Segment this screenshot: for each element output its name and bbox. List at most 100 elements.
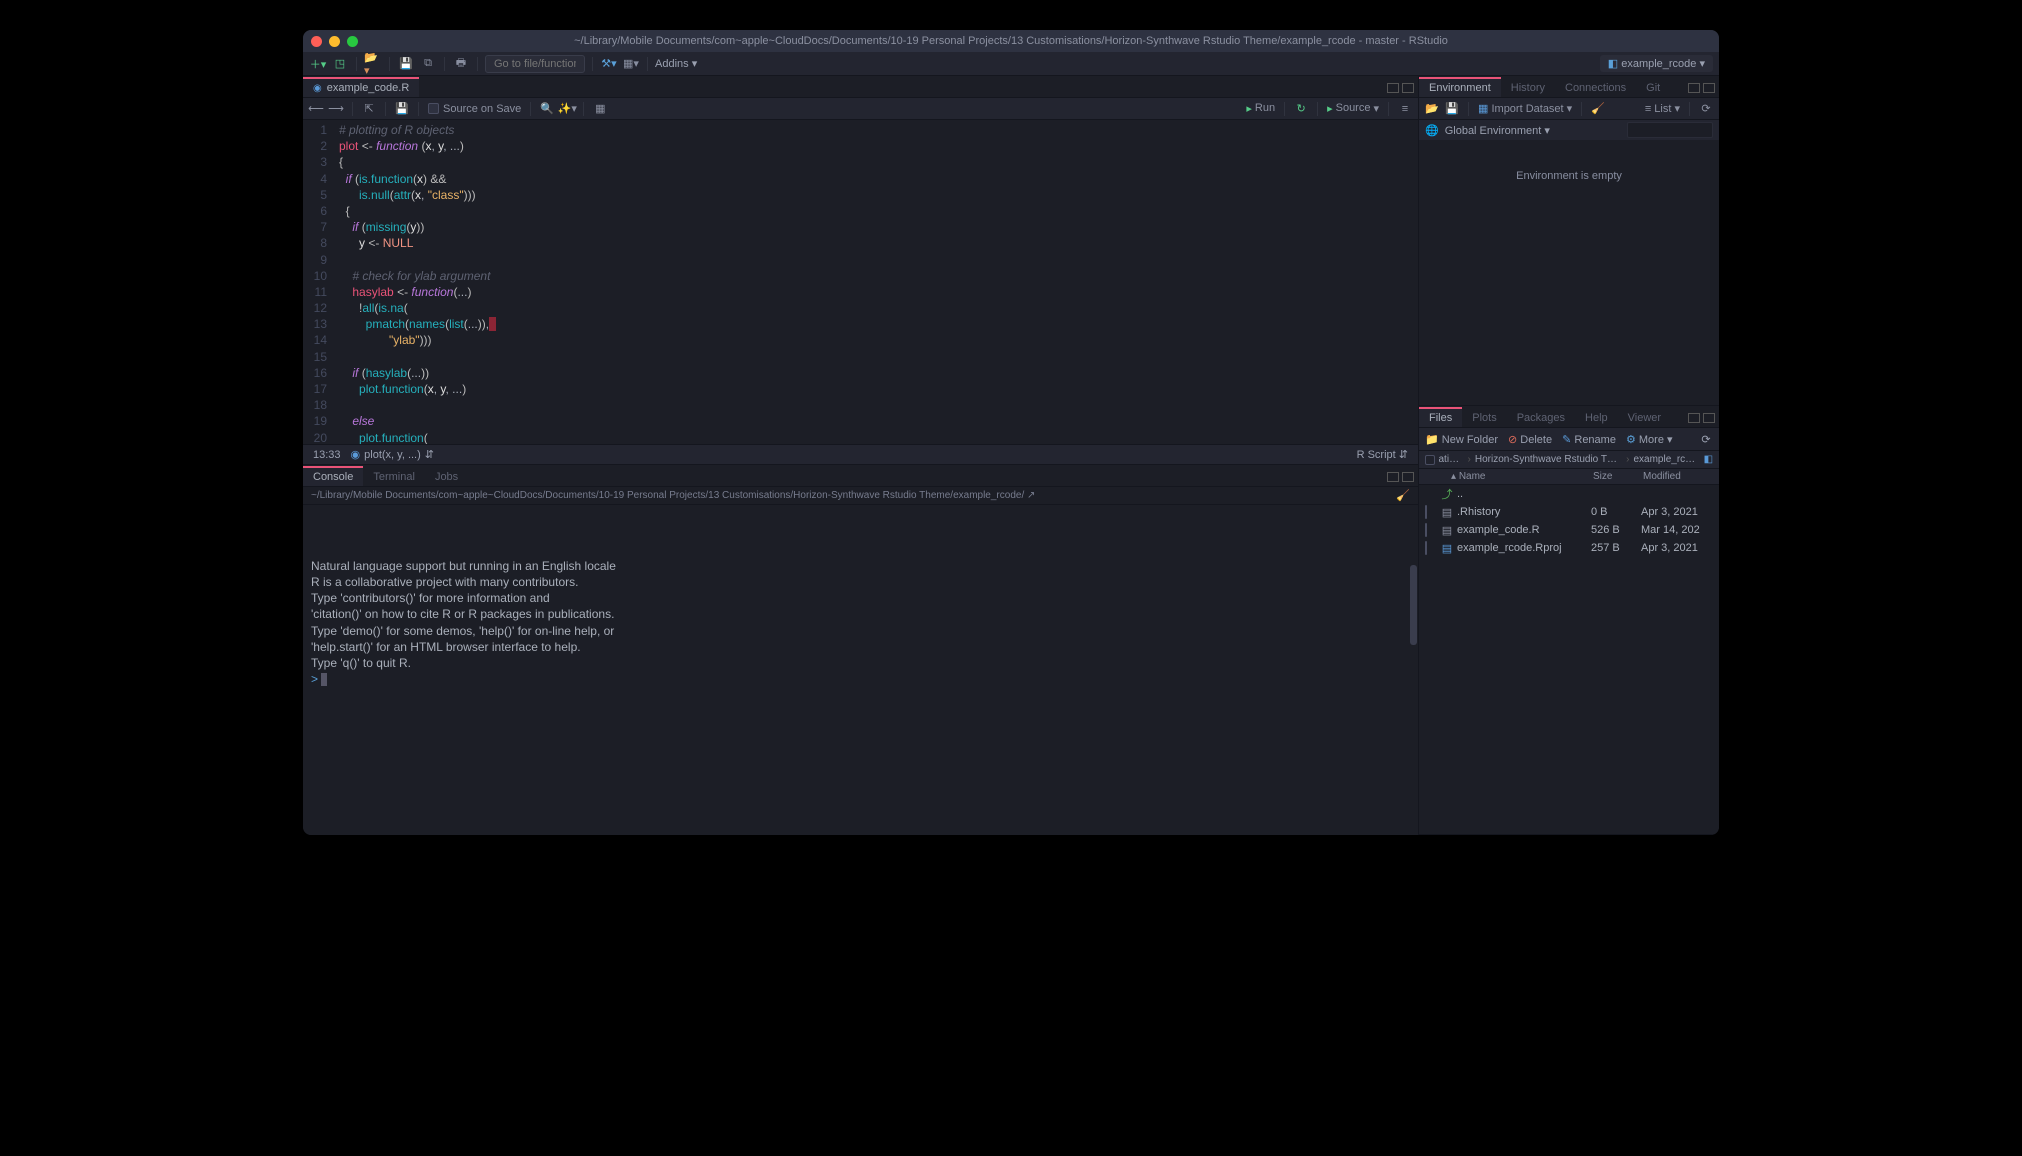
console-output[interactable]: Natural language support but running in … bbox=[303, 505, 1418, 835]
editor-language[interactable]: R Script ⇵ bbox=[1357, 448, 1408, 461]
more-menu[interactable]: ⚙ More ▾ bbox=[1626, 433, 1673, 446]
file-size: 257 B bbox=[1591, 542, 1641, 554]
terminal-tab[interactable]: Terminal bbox=[363, 466, 425, 486]
col-modified[interactable]: Modified bbox=[1643, 471, 1713, 482]
col-size[interactable]: Size bbox=[1593, 471, 1643, 482]
help-tab[interactable]: Help bbox=[1575, 407, 1618, 427]
file-size: 526 B bbox=[1591, 524, 1641, 536]
rename-button[interactable]: ✎ Rename bbox=[1562, 433, 1616, 446]
pane-minimize[interactable] bbox=[1688, 413, 1700, 423]
save-workspace-icon[interactable]: 💾 bbox=[1445, 102, 1459, 116]
file-up[interactable]: .. bbox=[1455, 488, 1591, 500]
run-button[interactable]: ▸Run bbox=[1246, 102, 1275, 115]
file-modified: Apr 3, 2021 bbox=[1641, 506, 1713, 518]
delete-button[interactable]: ⊘ Delete bbox=[1508, 433, 1552, 446]
clear-console-icon[interactable]: 🧹 bbox=[1396, 489, 1410, 503]
wand-icon[interactable]: ✨▾ bbox=[560, 102, 574, 116]
source-toolbar: ⟵ ⟶ ⇱ 💾 Source on Save 🔍 ✨▾ ▦ ▸Run bbox=[303, 98, 1418, 120]
grid-icon[interactable]: ▦▾ bbox=[622, 56, 640, 72]
file-name[interactable]: .Rhistory bbox=[1455, 506, 1591, 518]
viewer-tab[interactable]: Viewer bbox=[1618, 407, 1671, 427]
save-all-icon[interactable]: ⧉ bbox=[419, 56, 437, 72]
breadcrumb-seg[interactable]: ations bbox=[1439, 454, 1464, 465]
history-tab[interactable]: History bbox=[1501, 77, 1555, 97]
refresh-icon[interactable]: ⟳ bbox=[1699, 432, 1713, 446]
pane-maximize[interactable] bbox=[1703, 413, 1715, 423]
git-tab[interactable]: Git bbox=[1636, 77, 1670, 97]
clear-env-icon[interactable]: 🧹 bbox=[1591, 102, 1605, 116]
jobs-tab[interactable]: Jobs bbox=[425, 466, 468, 486]
build-icon[interactable]: ⚒▾ bbox=[600, 56, 618, 72]
source-on-save[interactable]: Source on Save bbox=[428, 103, 521, 115]
save-icon[interactable]: 💾 bbox=[395, 102, 409, 116]
nav-forward-icon[interactable]: ⟶ bbox=[329, 102, 343, 116]
file-checkbox[interactable] bbox=[1425, 541, 1427, 555]
breadcrumb-seg[interactable]: example_rcode bbox=[1633, 454, 1697, 465]
addins-menu[interactable]: Addins ▾ bbox=[655, 57, 697, 70]
source-button[interactable]: ▸Source ▾ bbox=[1327, 102, 1379, 115]
pane-minimize[interactable] bbox=[1387, 83, 1399, 93]
popout-icon[interactable]: ↗ bbox=[1027, 490, 1035, 501]
env-scope-menu[interactable]: Global Environment ▾ bbox=[1445, 124, 1550, 137]
chevron-right-icon: › bbox=[1626, 454, 1629, 465]
file-checkbox[interactable] bbox=[1425, 505, 1427, 519]
pane-maximize[interactable] bbox=[1402, 83, 1414, 93]
plots-tab[interactable]: Plots bbox=[1462, 407, 1506, 427]
open-file-icon[interactable]: 📂▾ bbox=[364, 56, 382, 72]
pane-minimize[interactable] bbox=[1688, 83, 1700, 93]
rproj-icon: ◧ bbox=[1704, 454, 1713, 465]
new-file-icon[interactable]: ＋▾ bbox=[309, 56, 327, 72]
cursor-position[interactable]: 13:33 bbox=[313, 449, 341, 461]
titlebar: ~/Library/Mobile Documents/com~apple~Clo… bbox=[303, 30, 1719, 52]
new-project-icon[interactable]: ◳ bbox=[331, 56, 349, 72]
new-folder-button[interactable]: 📁 New Folder bbox=[1425, 433, 1498, 446]
packages-tab[interactable]: Packages bbox=[1507, 407, 1575, 427]
import-dataset-menu[interactable]: ▦ Import Dataset ▾ bbox=[1478, 102, 1572, 115]
env-search-input[interactable] bbox=[1627, 122, 1713, 138]
env-view-mode[interactable]: ≡ List ▾ bbox=[1645, 102, 1680, 115]
source-tab[interactable]: ◉ example_code.R bbox=[303, 77, 419, 97]
file-row[interactable]: ▤.Rhistory0 BApr 3, 2021 bbox=[1419, 503, 1719, 521]
chevron-right-icon: › bbox=[1468, 454, 1471, 465]
env-toolbar: 📂 💾 ▦ Import Dataset ▾ 🧹 ≡ List ▾ ⟳ bbox=[1419, 98, 1719, 120]
select-all-checkbox[interactable] bbox=[1425, 455, 1435, 465]
popout-icon[interactable]: ⇱ bbox=[362, 102, 376, 116]
console-tab[interactable]: Console bbox=[303, 466, 363, 486]
editor-scope[interactable]: ◉plot(x, y, ...) ⇵ bbox=[351, 448, 434, 461]
breadcrumb-seg[interactable]: Horizon-Synthwave Rstudio Theme bbox=[1475, 454, 1622, 465]
connections-tab[interactable]: Connections bbox=[1555, 77, 1636, 97]
pane-maximize[interactable] bbox=[1703, 83, 1715, 93]
save-icon[interactable]: 💾 bbox=[397, 56, 415, 72]
outline-icon[interactable]: ≡ bbox=[1398, 102, 1412, 116]
goto-file-input[interactable] bbox=[485, 55, 585, 73]
col-name[interactable]: ▴ Name bbox=[1451, 471, 1593, 482]
pane-maximize[interactable] bbox=[1402, 472, 1414, 482]
file-list: ⤴..▤.Rhistory0 BApr 3, 2021▤example_code… bbox=[1419, 485, 1719, 834]
refresh-icon[interactable]: ⟳ bbox=[1699, 102, 1713, 116]
scrollbar-thumb[interactable] bbox=[1410, 565, 1417, 645]
files-tabs: Files Plots Packages Help Viewer bbox=[1419, 406, 1719, 428]
project-menu[interactable]: ◧ example_rcode ▾ bbox=[1600, 55, 1713, 72]
file-row[interactable]: ▤example_rcode.Rproj257 BApr 3, 2021 bbox=[1419, 539, 1719, 557]
rerun-icon[interactable]: ↻ bbox=[1294, 102, 1308, 116]
file-row[interactable]: ▤example_code.R526 BMar 14, 202 bbox=[1419, 521, 1719, 539]
file-modified: Apr 3, 2021 bbox=[1641, 542, 1713, 554]
env-empty-label: Environment is empty bbox=[1419, 140, 1719, 405]
print-icon[interactable]: 🖶 bbox=[452, 56, 470, 72]
load-workspace-icon[interactable]: 📂 bbox=[1425, 102, 1439, 116]
file-name[interactable]: example_rcode.Rproj bbox=[1455, 542, 1591, 554]
environment-tab[interactable]: Environment bbox=[1419, 77, 1501, 97]
nav-back-icon[interactable]: ⟵ bbox=[309, 102, 323, 116]
pane-minimize[interactable] bbox=[1387, 472, 1399, 482]
file-name[interactable]: example_code.R bbox=[1455, 524, 1591, 536]
files-tab[interactable]: Files bbox=[1419, 407, 1462, 427]
main-toolbar: ＋▾ ◳ 📂▾ 💾 ⧉ 🖶 ⚒▾ ▦▾ Addins ▾ ◧ example_r… bbox=[303, 52, 1719, 76]
files-toolbar: 📁 New Folder ⊘ Delete ✎ Rename ⚙ More ▾ … bbox=[1419, 428, 1719, 450]
find-icon[interactable]: 🔍 bbox=[540, 102, 554, 116]
compile-icon[interactable]: ▦ bbox=[593, 102, 607, 116]
globe-icon: 🌐 bbox=[1425, 124, 1439, 137]
file-checkbox[interactable] bbox=[1425, 523, 1427, 537]
source-tabs: ◉ example_code.R bbox=[303, 76, 1418, 98]
code-editor[interactable]: 1234567891011121314151617181920212223242… bbox=[303, 120, 1418, 444]
console-working-dir[interactable]: ~/Library/Mobile Documents/com~apple~Clo… bbox=[303, 487, 1418, 505]
